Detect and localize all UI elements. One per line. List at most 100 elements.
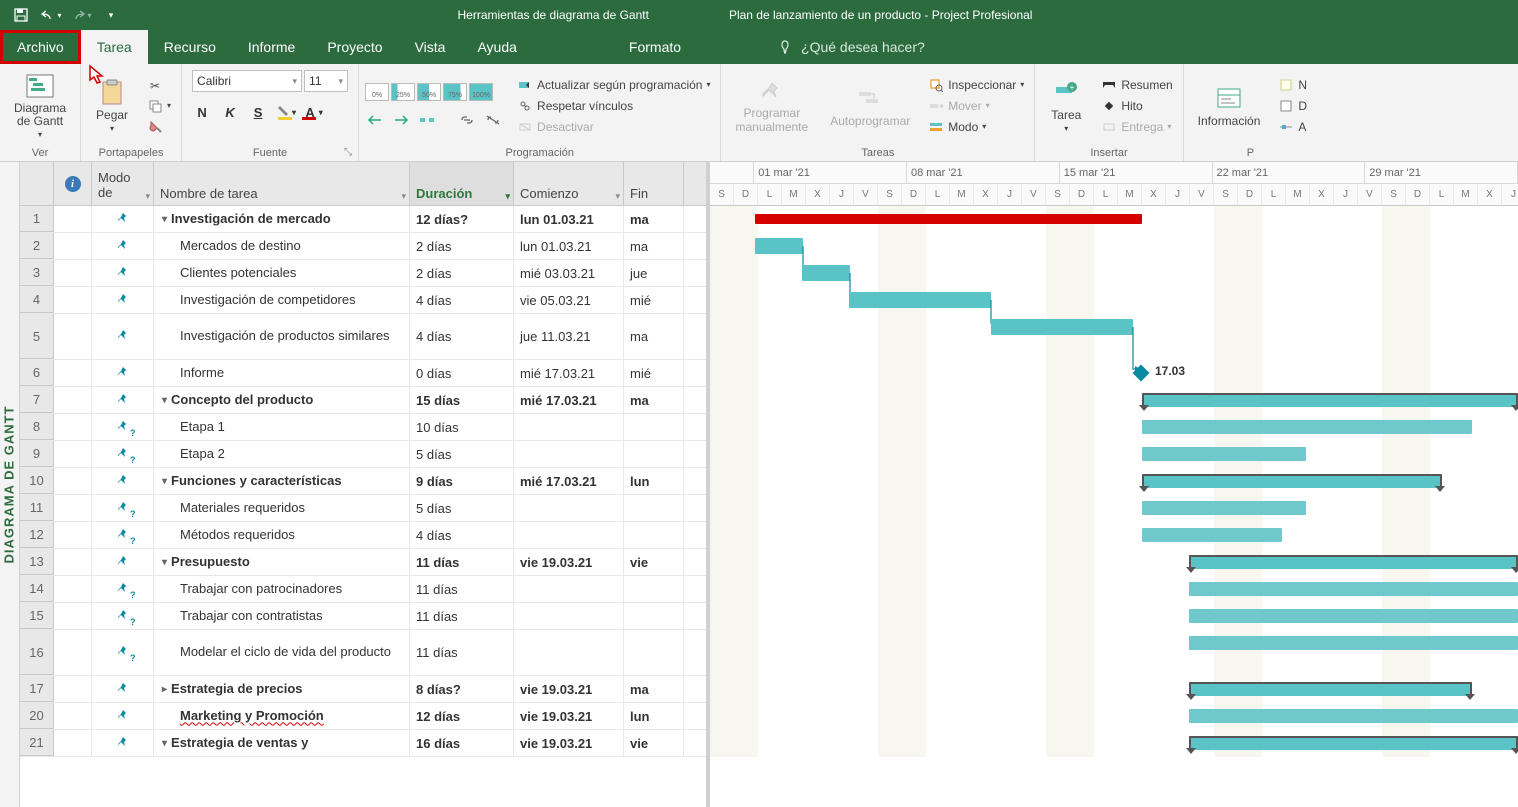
timeline-header[interactable]: 01 mar '2108 mar '2115 mar '2122 mar '21… [710,162,1518,206]
modo-button[interactable]: Modo ▾ [924,118,1028,136]
task-name-cell[interactable]: Clientes potenciales [154,260,410,286]
task-name-cell[interactable]: Etapa 2 [154,441,410,467]
start-cell[interactable]: jue 11.03.21 [514,314,624,359]
table-row[interactable]: 4Investigación de competidores4 díasvie … [20,287,706,314]
info-cell[interactable] [54,576,92,602]
duration-cell[interactable]: 4 días [410,522,514,548]
finish-cell[interactable] [624,495,684,521]
menu-vista[interactable]: Vista [399,30,462,64]
table-row[interactable]: 16Modelar el ciclo de vida del producto1… [20,630,706,676]
duration-cell[interactable]: 11 días [410,603,514,629]
day-header[interactable]: L [1430,184,1454,205]
week-header[interactable]: 01 mar '21 [754,162,907,183]
mode-cell[interactable] [92,495,154,521]
info-cell[interactable] [54,603,92,629]
menu-ayuda[interactable]: Ayuda [461,30,532,64]
table-row[interactable]: 21▾Estrategia de ventas y16 díasvie 19.0… [20,730,706,757]
header-finish[interactable]: Fin [624,162,684,205]
start-cell[interactable]: mié 17.03.21 [514,387,624,413]
day-header[interactable]: V [854,184,878,205]
collapse-icon[interactable]: ▸ [162,683,167,696]
week-header[interactable]: 15 mar '21 [1060,162,1213,183]
start-cell[interactable] [514,414,624,440]
gantt-bar[interactable] [1142,393,1518,407]
day-header[interactable]: L [1094,184,1118,205]
finish-cell[interactable] [624,576,684,602]
table-row[interactable]: 12Métodos requeridos4 días [20,522,706,549]
gantt-bar[interactable] [1189,609,1518,623]
table-row[interactable]: 1▾Investigación de mercado12 días?lun 01… [20,206,706,233]
collapse-icon[interactable]: ▾ [162,737,167,750]
task-name-cell[interactable]: ▾Funciones y características [154,468,410,494]
day-header[interactable]: D [734,184,758,205]
mode-cell[interactable] [92,549,154,575]
task-name-cell[interactable]: ▾Presupuesto [154,549,410,575]
mode-cell[interactable] [92,360,154,386]
row-number[interactable]: 11 [20,495,54,521]
day-header[interactable]: M [1286,184,1310,205]
pct-25-button[interactable]: 25% [391,83,415,101]
start-cell[interactable]: lun 01.03.21 [514,206,624,232]
inspeccionar-button[interactable]: Inspeccionar ▾ [924,76,1028,94]
task-name-cell[interactable]: Investigación de competidores [154,287,410,313]
gantt-bar[interactable] [849,292,991,308]
informacion-button[interactable]: Información [1190,82,1269,130]
task-name-cell[interactable]: ▾Concepto del producto [154,387,410,413]
paste-button[interactable]: Pegar ▾ [87,76,137,135]
week-header[interactable]: 29 mar '21 [1365,162,1518,183]
week-header[interactable]: 22 mar '21 [1213,162,1366,183]
info-cell[interactable] [54,414,92,440]
collapse-icon[interactable]: ▾ [162,394,167,407]
day-header[interactable]: V [1022,184,1046,205]
mode-cell[interactable] [92,522,154,548]
day-header[interactable]: L [758,184,782,205]
row-number[interactable]: 16 [20,630,54,675]
start-cell[interactable]: vie 05.03.21 [514,287,624,313]
task-name-cell[interactable]: ▸Estrategia de precios [154,676,410,702]
info-cell[interactable] [54,549,92,575]
fill-color-button[interactable]: ▾ [276,102,296,122]
gantt-bar[interactable] [1189,709,1518,723]
header-info[interactable]: i [54,162,92,205]
finish-cell[interactable]: lun [624,703,684,729]
header-mode[interactable]: Modo de▾ [92,162,154,205]
start-cell[interactable]: mié 17.03.21 [514,360,624,386]
pct-0-button[interactable]: 0% [365,83,389,101]
day-header[interactable]: S [878,184,902,205]
gantt-bar[interactable] [802,265,850,281]
menu-recurso[interactable]: Recurso [148,30,232,64]
gantt-view-button[interactable]: Diagrama de Gantt ▾ [6,70,74,141]
day-header[interactable]: V [1190,184,1214,205]
info-cell[interactable] [54,287,92,313]
pct-50-button[interactable]: 50% [417,83,441,101]
mode-cell[interactable] [92,730,154,756]
gantt-bar[interactable] [1189,636,1518,650]
duration-cell[interactable]: 11 días [410,549,514,575]
row-number[interactable]: 7 [20,387,54,413]
split-task-button[interactable] [417,111,437,129]
day-header[interactable]: J [1502,184,1518,205]
start-cell[interactable]: vie 19.03.21 [514,549,624,575]
duration-cell[interactable]: 11 días [410,576,514,602]
bold-button[interactable]: N [192,102,212,122]
task-name-cell[interactable]: Métodos requeridos [154,522,410,548]
mode-cell[interactable] [92,441,154,467]
start-cell[interactable]: vie 19.03.21 [514,730,624,756]
font-size-select[interactable]: 11▾ [304,70,348,92]
finish-cell[interactable]: lun [624,468,684,494]
task-name-cell[interactable]: Marketing y Promoción [154,703,410,729]
duration-cell[interactable]: 15 días [410,387,514,413]
info-cell[interactable] [54,522,92,548]
duration-cell[interactable]: 2 días [410,233,514,259]
info-cell[interactable] [54,360,92,386]
table-row[interactable]: 10▾Funciones y características9 díasmié … [20,468,706,495]
collapse-icon[interactable]: ▾ [162,213,167,226]
info-cell[interactable] [54,495,92,521]
day-header[interactable]: S [1214,184,1238,205]
mode-cell[interactable] [92,603,154,629]
mode-cell[interactable] [92,468,154,494]
day-header[interactable]: J [830,184,854,205]
info-cell[interactable] [54,703,92,729]
finish-cell[interactable] [624,414,684,440]
day-header[interactable]: V [1358,184,1382,205]
